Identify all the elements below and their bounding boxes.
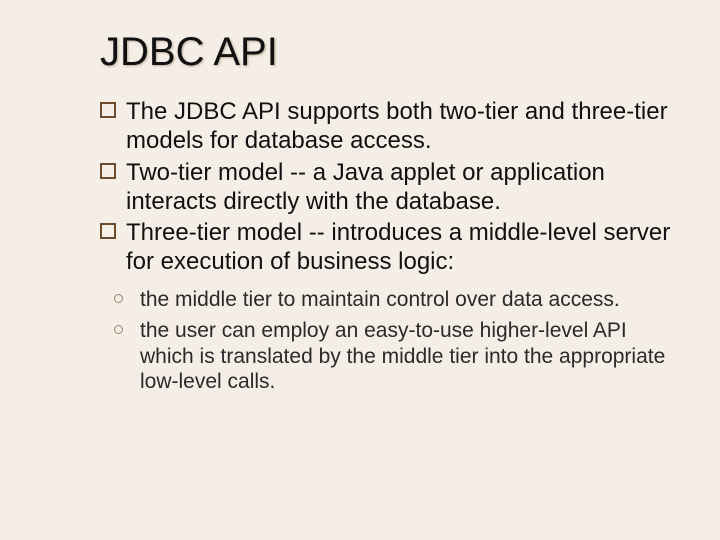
bullet-text: Three-tier model -- introduces a middle-… (126, 219, 670, 275)
body-text: The JDBC API supports both two-tier and … (100, 97, 680, 395)
box-bullet-icon (100, 223, 116, 239)
slide-title: JDBC API (100, 30, 680, 75)
bullet-item: Three-tier model -- introduces a middle-… (100, 218, 680, 277)
bullet-text: The JDBC API supports both two-tier and … (126, 98, 668, 154)
bullet-item: The JDBC API supports both two-tier and … (100, 97, 680, 156)
sub-bullet-text: the user can employ an easy-to-use highe… (140, 319, 665, 393)
ring-bullet-icon (114, 325, 123, 334)
sub-bullet-item: the middle tier to maintain control over… (100, 287, 680, 313)
sub-bullet-list: the middle tier to maintain control over… (100, 287, 680, 395)
ring-bullet-icon (114, 294, 123, 303)
bullet-text: Two-tier model -- a Java applet or appli… (126, 159, 605, 215)
sub-bullet-item: the user can employ an easy-to-use highe… (100, 318, 680, 395)
box-bullet-icon (100, 102, 116, 118)
box-bullet-icon (100, 163, 116, 179)
slide: JDBC API The JDBC API supports both two-… (0, 0, 720, 540)
sub-bullet-text: the middle tier to maintain control over… (140, 288, 620, 311)
bullet-item: Two-tier model -- a Java applet or appli… (100, 158, 680, 217)
